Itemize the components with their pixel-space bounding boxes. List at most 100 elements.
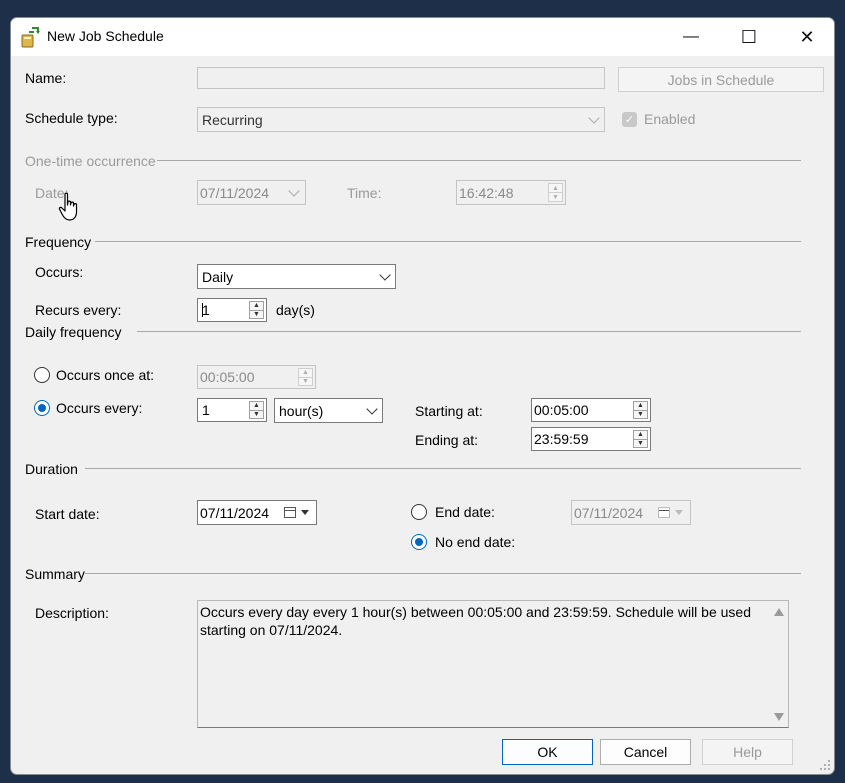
minimize-button[interactable]: — <box>662 18 720 56</box>
ending-at-spinner[interactable]: 23:59:59 ▲ ▼ <box>531 427 651 451</box>
text-caret <box>202 303 203 317</box>
occurs-every-radio[interactable] <box>34 400 50 416</box>
chevron-down-icon <box>588 111 600 124</box>
start-date-label: Start date: <box>35 506 100 522</box>
ending-at-value: 23:59:59 <box>534 431 589 447</box>
occurs-value: Daily <box>202 268 234 285</box>
spin-down-icon[interactable]: ▼ <box>548 193 563 202</box>
end-date-radio[interactable] <box>411 504 427 520</box>
occurs-once-label: Occurs once at: <box>56 367 155 383</box>
occurs-combo[interactable]: Daily <box>197 264 396 289</box>
every-spin-buttons[interactable]: ▲ ▼ <box>249 401 264 419</box>
dropdown-triangle-icon[interactable] <box>301 510 309 515</box>
occurs-every-label: Occurs every: <box>56 400 143 416</box>
spin-up-icon[interactable]: ▲ <box>298 368 313 378</box>
summary-header: Summary <box>25 566 85 582</box>
no-end-date-radio[interactable] <box>411 534 427 550</box>
occurs-every-value: 1 <box>202 402 210 418</box>
spin-down-icon[interactable]: ▼ <box>249 410 264 419</box>
hand-cursor-icon <box>58 192 78 221</box>
recurs-unit-label: day(s) <box>276 302 315 318</box>
calendar-icon[interactable] <box>658 507 670 518</box>
schedule-type-label: Schedule type: <box>25 110 118 126</box>
occurs-label: Occurs: <box>35 264 84 280</box>
one-time-time-spinner[interactable]: 16:42:48 ▲ ▼ <box>456 180 566 205</box>
occurs-every-unit-combo[interactable]: hour(s) <box>274 398 383 423</box>
starting-at-label: Starting at: <box>415 403 483 419</box>
job-schedule-dialog: New Job Schedule — ☐ ✕ Name: Jobs in Sch… <box>10 17 835 775</box>
recurs-spin-buttons[interactable]: ▲ ▼ <box>249 301 264 319</box>
occurs-every-spinner[interactable]: 1 ▲ ▼ <box>197 398 267 422</box>
daily-frequency-header: Daily frequency <box>25 324 122 340</box>
maximize-button[interactable]: ☐ <box>720 18 778 56</box>
start-date-picker[interactable]: 07/11/2024 <box>197 500 317 525</box>
one-time-time-label: Time: <box>347 185 382 201</box>
spin-up-icon[interactable]: ▲ <box>249 301 264 311</box>
calendar-icon[interactable] <box>284 507 296 518</box>
end-date-picker[interactable]: 07/11/2024 <box>571 500 691 525</box>
duration-divider <box>85 468 801 469</box>
occurs-once-time-spinner[interactable]: 00:05:00 ▲ ▼ <box>197 365 316 389</box>
window-title: New Job Schedule <box>47 28 164 44</box>
ending-spin-buttons[interactable]: ▲ ▼ <box>633 430 648 448</box>
chevron-down-icon <box>366 402 378 415</box>
name-input[interactable] <box>197 67 605 89</box>
starting-at-spinner[interactable]: 00:05:00 ▲ ▼ <box>531 398 651 422</box>
one-time-time-value: 16:42:48 <box>459 184 514 201</box>
occurs-once-value: 00:05:00 <box>200 369 255 385</box>
frequency-divider <box>95 241 801 242</box>
end-date-label: End date: <box>435 504 495 520</box>
description-scrollbar[interactable] <box>770 601 788 727</box>
one-time-divider <box>157 160 801 161</box>
chevron-down-icon <box>288 184 300 197</box>
frequency-header: Frequency <box>25 234 92 250</box>
job-schedule-icon <box>21 27 40 48</box>
scroll-up-icon[interactable] <box>774 608 784 616</box>
title-bar[interactable]: New Job Schedule — ☐ ✕ <box>11 18 834 56</box>
close-button[interactable]: ✕ <box>778 18 834 56</box>
starting-spin-buttons[interactable]: ▲ ▼ <box>633 401 648 419</box>
starting-at-value: 00:05:00 <box>534 402 589 418</box>
dropdown-triangle-icon[interactable] <box>675 510 683 515</box>
spin-down-icon[interactable]: ▼ <box>249 310 264 319</box>
schedule-type-combo[interactable]: Recurring <box>197 107 605 132</box>
ok-button[interactable]: OK <box>502 739 593 765</box>
spin-up-icon[interactable]: ▲ <box>633 401 648 411</box>
chevron-down-icon <box>379 268 391 281</box>
once-spin-buttons[interactable]: ▲ ▼ <box>298 368 313 386</box>
daily-frequency-divider <box>137 331 801 332</box>
one-time-header: One-time occurrence <box>25 153 156 169</box>
spin-down-icon[interactable]: ▼ <box>298 377 313 386</box>
spin-down-icon[interactable]: ▼ <box>633 410 648 419</box>
check-icon: ✓ <box>624 114 635 126</box>
end-date-value: 07/11/2024 <box>574 504 644 521</box>
scroll-down-icon[interactable] <box>774 713 784 721</box>
spin-up-icon[interactable]: ▲ <box>249 401 264 411</box>
occurs-once-radio[interactable] <box>34 367 50 383</box>
recurs-every-spinner[interactable]: 1 ▲ ▼ <box>197 298 267 322</box>
resize-grip-icon[interactable] <box>819 759 831 771</box>
one-time-date-value: 07/11/2024 <box>200 184 270 201</box>
jobs-in-schedule-button[interactable]: Jobs in Schedule <box>618 67 824 92</box>
enabled-checkbox[interactable]: ✓ <box>622 112 637 127</box>
description-textbox[interactable]: Occurs every day every 1 hour(s) between… <box>197 600 789 728</box>
ending-at-label: Ending at: <box>415 432 479 448</box>
duration-header: Duration <box>25 461 78 477</box>
no-end-date-label: No end date: <box>435 534 516 550</box>
description-text: Occurs every day every 1 hour(s) between… <box>200 604 751 638</box>
enabled-label: Enabled <box>644 111 696 127</box>
summary-divider <box>85 573 801 574</box>
spin-up-icon[interactable]: ▲ <box>548 183 563 193</box>
description-label: Description: <box>35 605 109 621</box>
occurs-every-unit-value: hour(s) <box>279 402 324 419</box>
spin-up-icon[interactable]: ▲ <box>633 430 648 440</box>
start-date-value: 07/11/2024 <box>200 504 270 521</box>
cancel-button[interactable]: Cancel <box>600 739 691 765</box>
schedule-type-value: Recurring <box>202 111 263 128</box>
spin-down-icon[interactable]: ▼ <box>633 439 648 448</box>
recurs-every-label: Recurs every: <box>35 302 122 318</box>
name-label: Name: <box>25 70 67 86</box>
help-button[interactable]: Help <box>702 739 793 765</box>
time-spin-buttons[interactable]: ▲ ▼ <box>548 183 563 202</box>
one-time-date-picker[interactable]: 07/11/2024 <box>197 180 306 205</box>
